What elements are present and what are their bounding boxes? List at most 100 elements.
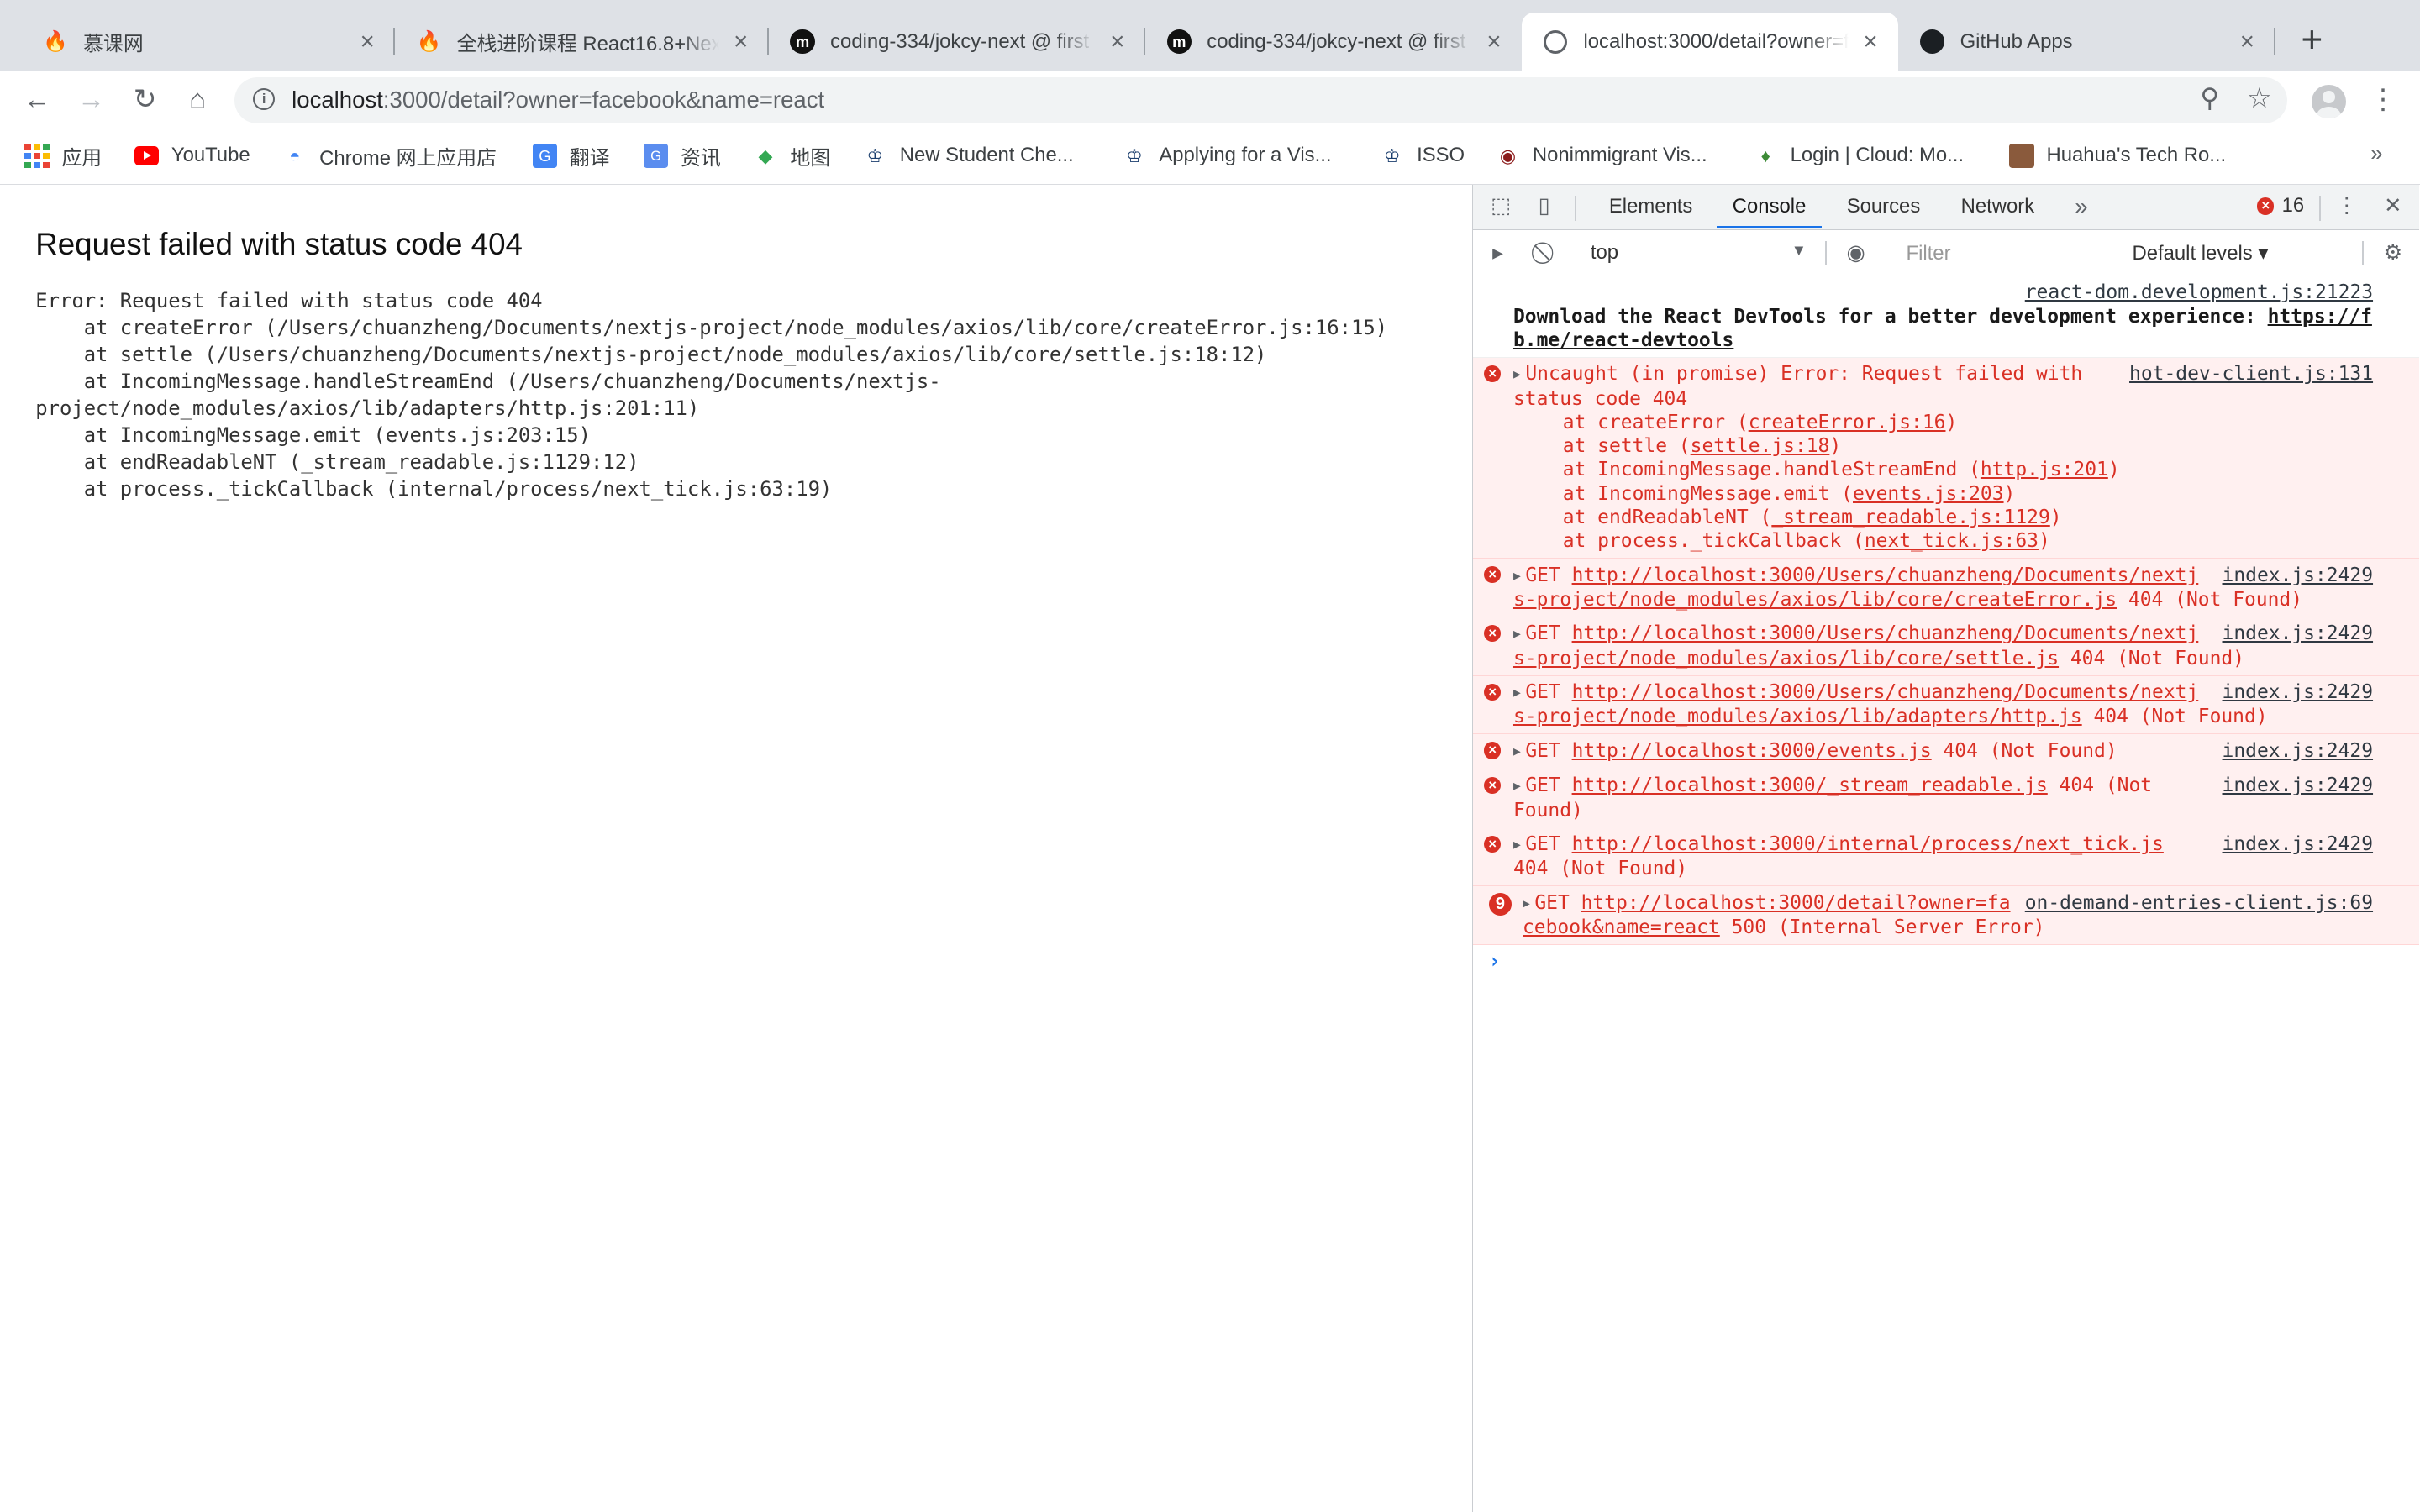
bookmark-applying-visa[interactable]: ♔ Applying for a Vis... [1122,142,1331,170]
eye-icon[interactable]: ◉ [1844,241,1868,265]
bookmark-news[interactable]: G 资讯 [643,142,721,170]
close-tab-icon[interactable]: × [1858,29,1882,54]
bookmark-huahua[interactable]: Huahua's Tech Ro... [2009,142,2226,170]
bookmark-apps[interactable]: 应用 [24,142,102,170]
tab-imooc[interactable]: 🔥 慕课网 × [22,13,396,71]
message-source-link[interactable]: hot-dev-client.js:131 [2129,362,2374,386]
request-url-link[interactable]: http://localhost:3000/_stream_readable.j… [1572,774,2048,796]
tab-title: coding-334/jokcy-next @ first [830,29,1090,53]
error-count: 16 [2281,194,2305,218]
bookmark-login-cloud[interactable]: ♦ Login | Cloud: Mo... [1754,142,1964,170]
message-source-link[interactable]: on-demand-entries-client.js:69 [2024,890,2374,915]
console-error-get[interactable]: × index.js:2429 ▶ GET http://localhost:30… [1473,559,2420,617]
profile-avatar[interactable] [2312,85,2346,119]
devtools-tab-elements[interactable]: Elements [1609,185,1692,228]
error-counter[interactable]: × 16 [2257,194,2304,218]
frame-link[interactable]: settle.js:18 [1691,435,1830,457]
console-error-uncaught[interactable]: × hot-dev-client.js:131 ▶ Uncaught (in pr… [1473,357,2420,559]
chrome-menu-icon[interactable]: ⋮ [2368,84,2399,116]
console-error-get[interactable]: × index.js:2429 ▶ GET http://localhost:30… [1473,617,2420,676]
console-error-get[interactable]: × index.js:2429 ▶ GET http://localhost:30… [1473,827,2420,887]
tab-title: 全栈进阶课程 React16.8+Next.js+Koa2 [456,33,719,56]
bookmark-label: New Student Che... [899,144,1074,167]
bookmark-isso[interactable]: ♔ ISSO [1380,142,1465,170]
bookmark-youtube[interactable]: YouTube [134,142,250,170]
request-url-link[interactable]: http://localhost:3000/internal/process/n… [1572,833,2164,855]
devtools-tab-sources[interactable]: Sources [1847,185,1921,228]
bookmark-new-student[interactable]: ♔ New Student Che... [863,142,1074,170]
device-toolbar-icon[interactable]: ▯ [1532,194,1556,218]
message-source-link[interactable]: react-dom.development.js:21223 [2025,281,2373,303]
message-source-link[interactable]: index.js:2429 [2222,832,2374,857]
clear-console-icon[interactable]: ⃠ [1535,241,1560,265]
tab-title: localhost:3000/detail?owner=facebook&nam… [1583,29,1849,53]
context-selector[interactable]: top ▼ [1591,241,1807,265]
console-error-get[interactable]: × index.js:2429 ▶ GET http://localhost:30… [1473,675,2420,735]
message-source-link[interactable]: index.js:2429 [2222,774,2374,798]
expand-triangle-icon[interactable]: ▶ [1513,569,1521,583]
reload-button[interactable]: ↻ [127,81,164,118]
console-filter-input[interactable]: Filter [1892,237,2118,269]
address-bar[interactable]: i localhost:3000/detail?owner=facebook&n… [234,76,2288,123]
frame-link[interactable]: http.js:201 [1981,459,2108,480]
expand-triangle-icon[interactable]: ▶ [1513,685,1521,700]
console-error-get[interactable]: × index.js:2429 ▶ GET http://localhost:30… [1473,769,2420,828]
devtools-tab-network[interactable]: Network [1961,185,2035,228]
zoom-icon[interactable]: ⚲ [2200,83,2219,113]
tab-github-apps[interactable]: GitHub Apps × [1898,13,2275,71]
close-tab-icon[interactable]: × [729,29,753,54]
devtools-menu-icon[interactable]: ⋮ [2334,194,2359,218]
close-tab-icon[interactable]: × [355,29,379,54]
tab-localhost-active[interactable]: localhost:3000/detail?owner=facebook&nam… [1522,12,1899,71]
frame-link[interactable]: events.js:203 [1853,483,2004,505]
gear-icon[interactable]: ⚙ [2381,241,2405,265]
request-url-link[interactable]: http://localhost:3000/Users/chuanzheng/D… [1513,564,2198,611]
url-text[interactable]: localhost:3000/detail?owner=facebook&nam… [292,87,824,113]
devtools-panel: ⬚ ▯ Elements Console Sources Network » ×… [1472,185,2420,1512]
console-error-get-repeated[interactable]: 9 on-demand-entries-client.js:69 ▶ GET ht… [1473,886,2420,945]
console-prompt[interactable]: › [1473,945,2419,979]
info-icon[interactable]: i [253,87,276,110]
frame-link[interactable]: _stream_readable.js:1129 [1771,507,2049,528]
close-devtools-icon[interactable]: ✕ [2381,194,2405,218]
tab-coding-1[interactable]: m coding-334/jokcy-next @ first × [769,13,1145,71]
bookmarks-overflow-icon[interactable]: » [2370,142,2382,166]
expand-triangle-icon[interactable]: ▶ [1513,627,1521,641]
home-button[interactable]: ⌂ [179,81,216,118]
stack-frames: at createError (createError.js:16) at se… [1513,411,2373,554]
sidebar-toggle-icon[interactable]: ▸ [1486,241,1510,265]
bookmark-translate[interactable]: G 翻译 [532,142,609,170]
tab-coding-2[interactable]: m coding-334/jokcy-next @ first × [1145,13,1522,71]
tab-course[interactable]: 🔥 全栈进阶课程 React16.8+Next.js+Koa2 × [395,13,769,71]
bookmark-nonimmigrant-visa[interactable]: ◉ Nonimmigrant Vis... [1496,142,1707,170]
close-tab-icon[interactable]: × [1105,29,1129,54]
console-error-get[interactable]: × index.js:2429 ▶ GET http://localhost:30… [1473,734,2420,769]
message-source-link[interactable]: index.js:2429 [2222,738,2374,764]
close-tab-icon[interactable]: × [2235,29,2260,54]
expand-triangle-icon[interactable]: ▶ [1523,896,1530,911]
expand-triangle-icon[interactable]: ▶ [1513,744,1521,759]
log-levels-dropdown[interactable]: Default levels ▾ [2133,241,2269,265]
expand-triangle-icon[interactable]: ▶ [1513,779,1521,793]
more-tabs-icon[interactable]: » [2069,194,2093,218]
inspect-element-icon[interactable]: ⬚ [1489,194,1513,218]
message-source-link[interactable]: index.js:2429 [2222,563,2374,587]
back-button[interactable]: ← [18,81,55,118]
request-method: GET [1525,564,1560,586]
expand-triangle-icon[interactable]: ▶ [1513,837,1521,852]
expand-triangle-icon[interactable]: ▶ [1513,367,1521,381]
new-tab-button[interactable]: + [2293,21,2330,59]
frame-link[interactable]: createError.js:16 [1749,412,1946,433]
bookmark-star-icon[interactable]: ☆ [2247,81,2272,115]
frame-link[interactable]: next_tick.js:63 [1865,530,2039,552]
bookmark-chrome-store[interactable]: ◓ Chrome 网上应用店 [282,142,497,170]
request-url-link[interactable]: http://localhost:3000/events.js [1572,740,1932,762]
forward-button[interactable]: → [72,81,109,118]
message-source-link[interactable]: index.js:2429 [2222,622,2374,646]
bookmark-label: 应用 [61,147,103,170]
devtools-tab-console[interactable]: Console [1717,185,1822,228]
message-source-link[interactable]: index.js:2429 [2222,680,2374,705]
photo-icon [2009,143,2034,169]
bookmark-maps[interactable]: ◆ 地图 [753,142,831,170]
close-tab-icon[interactable]: × [1481,29,1506,54]
